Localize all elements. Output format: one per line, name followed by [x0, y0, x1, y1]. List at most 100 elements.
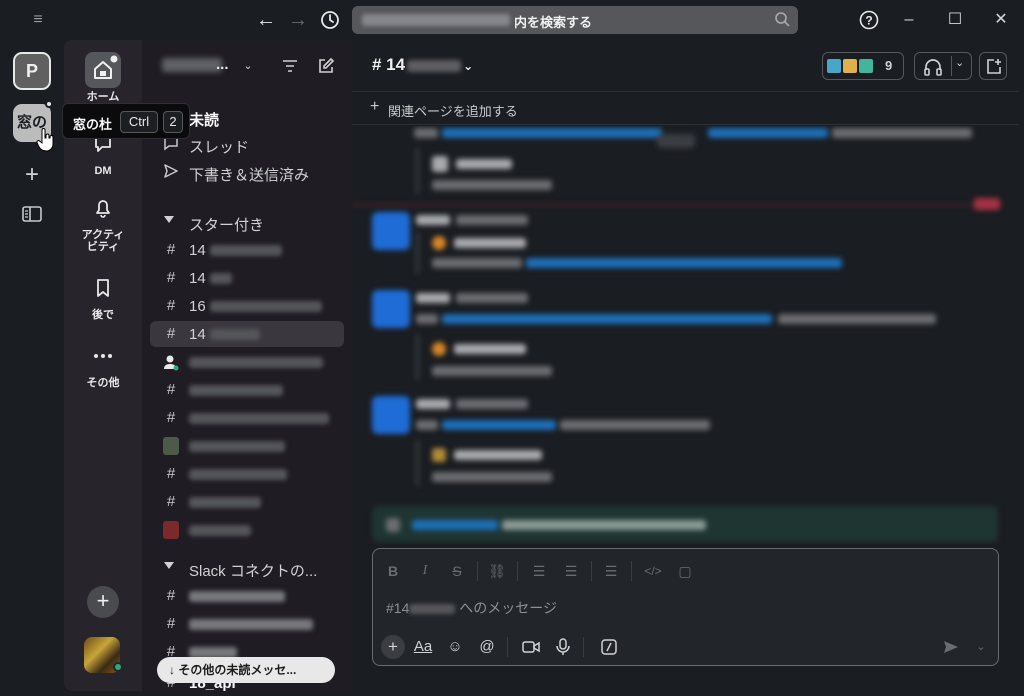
sidebar-channel[interactable]: # [150, 461, 344, 487]
attach-plus-button[interactable]: + [381, 635, 405, 659]
search-bar[interactable]: 内を検索する [352, 6, 798, 34]
section-slack-connect[interactable]: Slack コネクトの... [150, 555, 344, 581]
forward-arrow-icon[interactable]: → [286, 8, 310, 32]
blurred-text [409, 604, 456, 615]
section-label: スター付き [189, 217, 265, 234]
channel-main: # 14 ⌄ 9 ⌄ + 関連ページを追加する B I S ⛓ ☰ ☰ ☰ </… [352, 40, 1019, 691]
blurred-text [432, 258, 522, 268]
new-messages-divider [352, 204, 1002, 205]
blurred-text [189, 525, 251, 536]
close-icon[interactable]: ✕ [989, 8, 1013, 32]
blurred-text [210, 245, 282, 256]
sidebar-channel[interactable]: # 16 [150, 293, 344, 319]
plus-icon[interactable]: + [370, 98, 379, 116]
section-starred[interactable]: スター付き [150, 209, 344, 235]
nav-home-label: ホーム [86, 91, 120, 103]
blurred-text [432, 472, 552, 482]
canvas-button[interactable] [979, 52, 1007, 80]
chevron-down-icon: ⌄ [463, 59, 474, 73]
blurred-text [454, 450, 542, 460]
help-icon[interactable]: ? [857, 8, 881, 32]
blurred-text [416, 399, 450, 409]
link-icon[interactable]: ⛓ [487, 561, 507, 581]
strikethrough-icon[interactable]: S [447, 561, 467, 581]
online-status-dot [113, 662, 123, 672]
more-unread-button[interactable]: ↓ その他の未読メッセ... [157, 657, 335, 683]
hash-icon: # [166, 615, 176, 632]
sidebar-channel[interactable]: # 14 [150, 265, 344, 291]
sidebar-dm[interactable] [150, 517, 344, 543]
blurred-text [210, 301, 322, 312]
microphone-icon[interactable] [551, 635, 575, 659]
blurred-icon [432, 342, 446, 356]
channel-title[interactable]: # 14 ⌄ [372, 55, 473, 75]
mention-icon[interactable]: @ [475, 635, 499, 659]
nav-home[interactable]: ホーム [64, 52, 142, 103]
sidebar-item-label: 下書き＆送信済み [189, 167, 310, 184]
history-icon[interactable] [318, 8, 342, 32]
hamburger-menu-icon[interactable]: ≡ [28, 10, 48, 30]
bold-icon[interactable]: B [383, 561, 403, 581]
blurred-text [189, 591, 285, 602]
back-arrow-icon[interactable]: ← [254, 8, 278, 32]
code-icon[interactable]: </> [643, 561, 663, 581]
sidebar-channel[interactable]: # [150, 611, 344, 637]
sidebar-item-drafts[interactable]: 下書き＆送信済み [150, 159, 344, 185]
blurred-icon [432, 236, 446, 250]
video-icon[interactable] [519, 635, 543, 659]
bulleted-list-icon[interactable]: ☰ [561, 561, 581, 581]
slash-command-icon[interactable] [597, 635, 621, 659]
add-workspace-icon[interactable]: + [20, 163, 44, 188]
blurred-text [778, 314, 936, 324]
tooltip-name: 窓の杜 [73, 117, 113, 132]
create-new-button[interactable]: + [87, 586, 119, 618]
sidebar-channel-active[interactable]: # 14 [150, 321, 344, 347]
sidebar-channel[interactable]: # 14 [150, 237, 344, 263]
send-icon[interactable] [939, 635, 963, 659]
sidebar-dm[interactable] [150, 433, 344, 459]
italic-icon[interactable]: I [415, 561, 435, 581]
blurred-text [456, 293, 528, 303]
new-messages-tag [974, 198, 1000, 210]
channel-name: 14 [189, 242, 206, 259]
huddle-button[interactable]: ⌄ [914, 52, 972, 80]
add-bookmark-link[interactable]: 関連ページを追加する [388, 101, 518, 120]
nav-later[interactable]: 後で [64, 270, 142, 321]
sidebar-channel[interactable]: # [150, 377, 344, 403]
nav-activity[interactable]: アクティビティ [64, 190, 142, 253]
hash-icon: # [166, 381, 176, 398]
message-input-placeholder[interactable]: #14 へのメッセージ [386, 598, 557, 618]
compose-icon[interactable] [316, 56, 336, 76]
blurred-text [189, 413, 329, 424]
maximize-icon[interactable]: ☐ [943, 8, 967, 32]
ordered-list-icon[interactable]: ☰ [529, 561, 549, 581]
divider [583, 637, 584, 657]
blurred-tooltip [657, 134, 695, 148]
blurred-text [454, 238, 526, 248]
sidebar-toggle-icon[interactable] [22, 206, 42, 222]
sidebar-channel[interactable]: # [150, 405, 344, 431]
blurred-text [560, 420, 710, 430]
chevron-down-icon[interactable]: ⌄ [955, 56, 964, 69]
text-format-icon[interactable]: Aa [411, 635, 435, 659]
blurred-text [456, 215, 528, 225]
emoji-icon[interactable]: ☺ [443, 635, 467, 659]
sidebar-dm[interactable] [150, 349, 344, 375]
minimize-icon[interactable]: – [897, 8, 921, 32]
sidebar-channel[interactable]: # [150, 489, 344, 515]
thread-bar [416, 334, 419, 380]
blockquote-icon[interactable]: ☰ [601, 561, 621, 581]
nav-more[interactable]: その他 [64, 338, 142, 389]
message-composer[interactable]: B I S ⛓ ☰ ☰ ☰ </> ▢ #14 へのメッセージ + Aa ☺ @ [372, 548, 999, 666]
filter-icon[interactable] [280, 56, 300, 76]
members-button[interactable]: 9 [822, 52, 904, 80]
blurred-text [414, 128, 438, 138]
workspace-name[interactable]: ... [162, 56, 234, 74]
chevron-down-icon[interactable]: ⌄ [238, 56, 258, 76]
schedule-chevron-icon[interactable]: ⌄ [969, 635, 993, 659]
sidebar-channel[interactable]: # [150, 583, 344, 609]
blurred-text [412, 520, 498, 530]
workspace-p[interactable]: P [13, 52, 51, 90]
search-icon [775, 12, 790, 27]
code-block-icon[interactable]: ▢ [675, 561, 695, 581]
